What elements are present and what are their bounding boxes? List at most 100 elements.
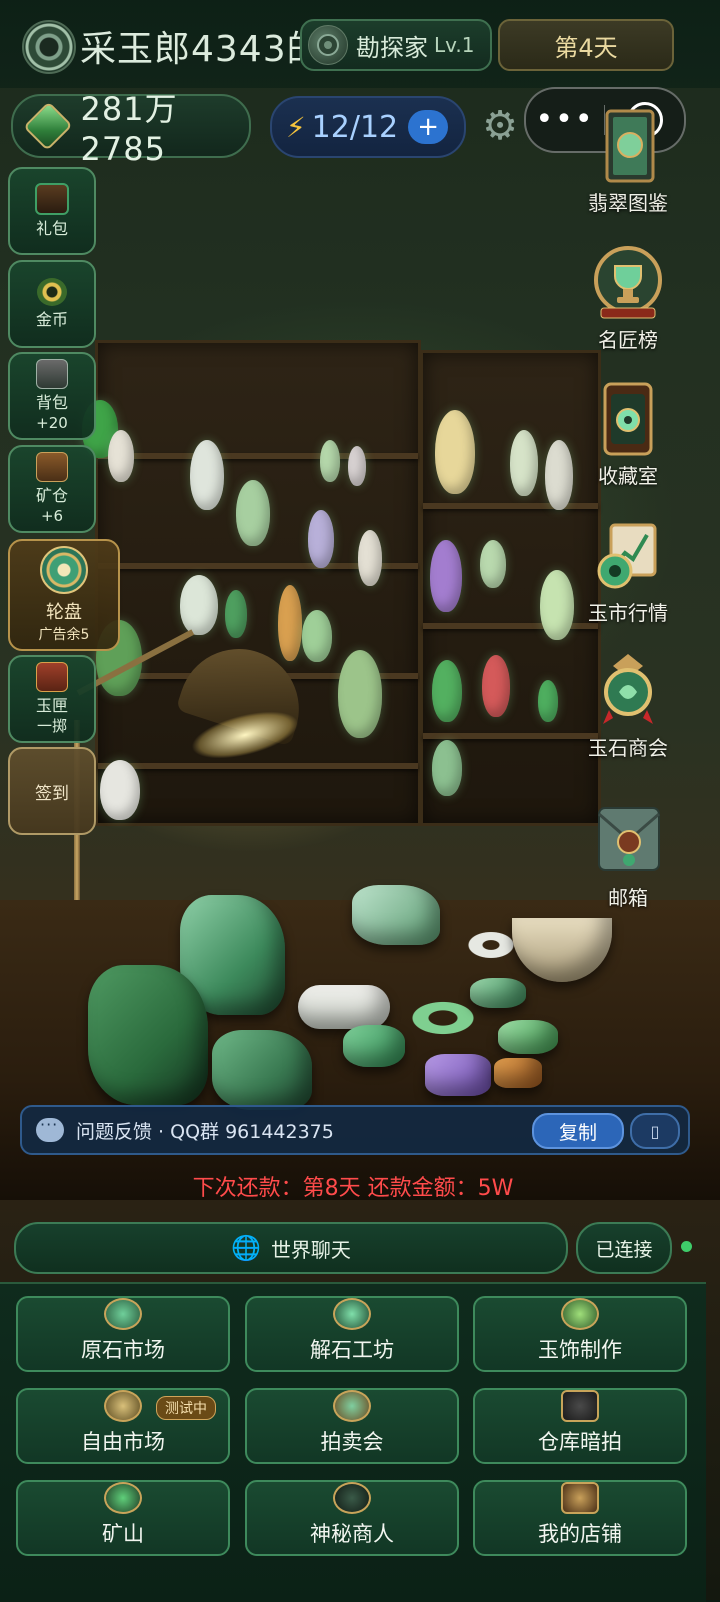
avatar[interactable] (22, 20, 76, 74)
jade-catalog-button[interactable]: 翡翠图鉴 (573, 105, 683, 216)
tile-label: 仓库暗拍 (538, 1430, 622, 1454)
tile-label: 我的店铺 (538, 1522, 622, 1546)
testing-badge: 测试中 (156, 1396, 216, 1420)
collection-cabinet-icon (603, 382, 653, 456)
jade-box-toss-button[interactable]: 玉匣 一掷 (8, 655, 96, 743)
feedback-banner: 问题反馈 · QQ群 961442375 复制 ▯ (20, 1105, 690, 1155)
warehouse-blind-auction-button[interactable]: 仓库暗拍 (473, 1388, 687, 1464)
stone-cutting-workshop-button[interactable]: 解石工坊 (245, 1296, 459, 1372)
chat-bubble-icon (36, 1115, 64, 1142)
mailbox-button[interactable]: 邮箱 (573, 800, 683, 911)
day-counter[interactable]: 第4天 (498, 19, 674, 71)
backpack-icon (36, 359, 68, 389)
mystery-merchant-button[interactable]: 神秘商人 (245, 1480, 459, 1556)
free-market-button[interactable]: 自由市场 测试中 (16, 1388, 230, 1464)
world-chat-label: 世界聊天 (270, 1237, 351, 1262)
book-icon (605, 109, 655, 183)
mine-button[interactable]: 矿山 (16, 1480, 230, 1556)
lucky-wheel-label: 轮盘 (46, 602, 82, 623)
trophy-icon (594, 246, 662, 319)
coin-balance[interactable]: 281万2785 (11, 90, 251, 168)
copy-button[interactable]: 复制 (532, 1113, 624, 1149)
toss-label: 一掷 (36, 717, 67, 735)
tile-label: 解石工坊 (310, 1338, 394, 1362)
mine-storage-button[interactable]: 矿仓 +6 (8, 445, 96, 533)
tile-label: 拍卖会 (320, 1430, 384, 1454)
energy-value: 12/12 (311, 109, 399, 145)
carved-jade (352, 885, 440, 945)
gold-coin-label: 金币 (35, 310, 68, 329)
coin-icon (37, 278, 67, 306)
rough-stone-icon (104, 1298, 142, 1330)
my-shop-button[interactable]: 我的店铺 (473, 1480, 687, 1556)
gift-pack-button[interactable]: 礼包 (8, 167, 96, 255)
jade-market-label: 玉市行情 (588, 601, 668, 625)
settings-gear-icon[interactable]: ⚙ (480, 103, 520, 149)
raw-jade-stone (212, 1030, 312, 1110)
connection-status-button[interactable]: 已连接 (576, 1222, 672, 1274)
rank-jade-icon (308, 25, 348, 65)
jade-bangle (405, 998, 481, 1038)
chamber-icon (603, 654, 653, 724)
jade-market-button[interactable]: 玉市行情 (573, 515, 683, 626)
wheel-icon (40, 546, 88, 594)
feedback-extra-button[interactable]: ▯ (630, 1113, 680, 1149)
auction-icon (333, 1390, 371, 1422)
auction-button[interactable]: 拍卖会 (245, 1388, 459, 1464)
feedback-text: 问题反馈 · QQ群 961442375 (76, 1120, 334, 1143)
gift-box-icon (35, 183, 69, 215)
master-ranking-button[interactable]: 名匠榜 (573, 242, 683, 353)
stall-icon (104, 1390, 142, 1422)
jade-catalog-label: 翡翠图鉴 (588, 191, 668, 215)
gold-coin-button[interactable]: 金币 (8, 260, 96, 348)
title-name: 勘探家 (356, 33, 428, 62)
repayment-notice: 下次还款：第8天 还款金额：5W (192, 1176, 514, 1201)
backpack-label: 背包 (35, 393, 68, 412)
tile-label: 矿山 (102, 1522, 144, 1546)
sign-in-button[interactable]: 签到 (8, 747, 96, 835)
lavender-jade (425, 1054, 491, 1096)
cutting-icon (333, 1298, 371, 1330)
jade-piece (470, 978, 526, 1008)
mailbox-label: 邮箱 (608, 886, 648, 910)
raw-jade-stone (88, 965, 208, 1105)
white-jade-piece (298, 985, 390, 1029)
mine-icon (104, 1482, 142, 1514)
jade-coin-icon (23, 101, 73, 151)
jade-crafting-button[interactable]: 玉饰制作 (473, 1296, 687, 1372)
tile-label: 玉饰制作 (538, 1338, 622, 1362)
merchant-icon (333, 1482, 371, 1514)
backpack-button[interactable]: 背包 +20 (8, 352, 96, 440)
title-badge[interactable]: 勘探家 Lv.1 (300, 19, 492, 71)
jade-piece (498, 1020, 558, 1054)
lucky-wheel-button[interactable]: 轮盘 广告余5 (8, 539, 120, 651)
mine-storage-count: +6 (40, 507, 64, 525)
amber-jade (494, 1058, 542, 1088)
jade-box-icon (36, 662, 68, 692)
jade-box-label: 玉匣 (35, 696, 68, 715)
lightning-icon: ⚡ (286, 110, 306, 144)
coin-amount: 281万2785 (80, 90, 178, 168)
jade-piece (343, 1025, 405, 1067)
tile-label: 自由市场 (81, 1430, 165, 1454)
collection-room-label: 收藏室 (598, 464, 658, 488)
master-ranking-label: 名匠榜 (598, 328, 658, 352)
mail-icon (598, 807, 660, 871)
market-chart-icon (597, 523, 657, 589)
title-level: Lv.1 (434, 33, 475, 57)
mine-storage-label: 矿仓 (35, 486, 68, 505)
ad-remaining-label: 广告余5 (38, 627, 90, 643)
collection-room-button[interactable]: 收藏室 (573, 378, 683, 489)
treasure-chest-icon (36, 452, 68, 482)
jade-bangle (465, 930, 517, 960)
player-name: 采玉郎4343的 (80, 29, 300, 70)
backpack-count: +20 (36, 414, 68, 432)
add-energy-button[interactable]: + (408, 110, 449, 144)
warehouse-icon (561, 1390, 599, 1422)
jade-chamber-label: 玉石商会 (588, 736, 668, 760)
world-chat-button[interactable]: 🌐 世界聊天 (14, 1222, 568, 1274)
energy-balance: ⚡ 12/12 + (270, 96, 466, 158)
gift-pack-label: 礼包 (35, 219, 68, 238)
jade-chamber-button[interactable]: 玉石商会 (573, 650, 683, 761)
rough-stone-market-button[interactable]: 原石市场 (16, 1296, 230, 1372)
